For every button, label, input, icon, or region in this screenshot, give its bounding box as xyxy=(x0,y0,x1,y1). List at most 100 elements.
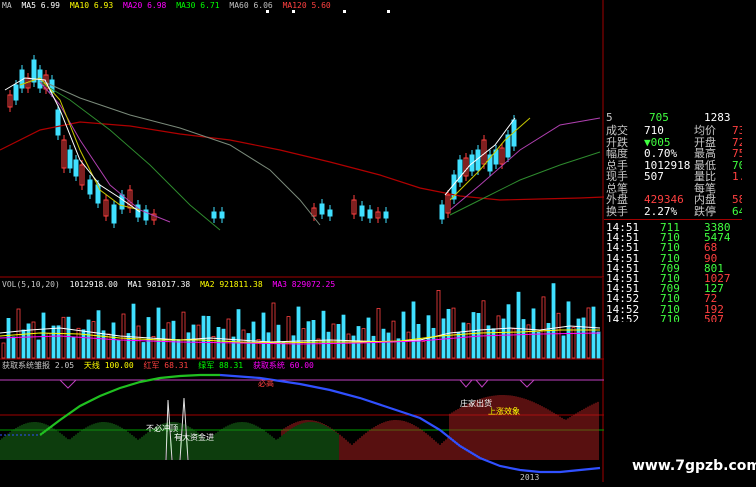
volume-bar xyxy=(76,327,81,359)
volume-chart[interactable] xyxy=(0,278,604,360)
volume-bar xyxy=(326,331,331,359)
volume-bar xyxy=(251,321,256,359)
volume-bar xyxy=(536,331,541,359)
volume-bar xyxy=(246,333,251,359)
price-chart[interactable] xyxy=(0,0,604,278)
volume-bar xyxy=(26,323,31,359)
volume-bar xyxy=(521,319,526,359)
volume-bar xyxy=(391,320,396,359)
volume-bar xyxy=(116,339,121,359)
legend-ma: MA xyxy=(2,1,12,10)
volume-bar xyxy=(191,324,196,359)
volume-bar xyxy=(56,325,61,359)
volume-bar xyxy=(186,332,191,359)
volume-bar xyxy=(486,325,491,359)
quote-top-right: 1283 xyxy=(704,111,731,124)
volume-bar xyxy=(291,335,296,359)
volume-bar xyxy=(106,333,111,359)
price-legend: MA MA5 6.99 MA10 6.93 MA20 6.98 MA30 6.7… xyxy=(2,1,336,11)
annotation-big-capital: 有大资金进 xyxy=(174,433,214,442)
volume-bar xyxy=(226,318,231,359)
quote-label: 跌停 xyxy=(694,204,716,218)
ind-legend-s4: 获取系统 60.00 xyxy=(252,361,314,370)
volume-bar xyxy=(411,301,416,359)
ind-legend-s2: 红军 68.31 xyxy=(143,361,189,370)
volume-bar xyxy=(516,291,521,359)
ind-legend-s1: 天线 100.00 xyxy=(83,361,134,370)
volume-bar xyxy=(51,325,56,359)
volume-bar xyxy=(321,310,326,359)
volume-bar xyxy=(336,324,341,359)
volume-bar xyxy=(271,302,276,359)
volume-bar xyxy=(581,317,586,359)
legend-ma60: MA60 6.06 xyxy=(229,1,273,10)
vol-legend-ma1: MA1 981017.38 xyxy=(127,280,191,289)
volume-bar xyxy=(131,303,136,359)
volume-bar xyxy=(471,312,476,359)
volume-bar xyxy=(346,333,351,359)
quote-label: 换手 xyxy=(606,204,628,218)
volume-bar xyxy=(501,318,506,359)
x-axis: 2013 xyxy=(0,473,604,487)
volume-bar xyxy=(306,321,311,359)
volume-bar xyxy=(66,316,71,359)
volume-bar xyxy=(561,335,566,359)
volume-bar xyxy=(281,341,286,359)
x-axis-year: 2013 xyxy=(520,473,540,482)
volume-bar xyxy=(341,314,346,359)
legend-ma120: MA120 5.60 xyxy=(282,1,331,10)
volume-bar xyxy=(231,336,236,359)
volume-bar xyxy=(366,317,371,359)
legend-ma30: MA30 6.71 xyxy=(176,1,220,10)
volume-bar xyxy=(286,316,291,359)
volume-bar xyxy=(421,341,426,359)
volume-bar xyxy=(126,333,131,359)
volume-bar xyxy=(311,320,316,359)
volume-bar xyxy=(141,342,146,359)
indicator-legend: 获取系统雏报 2.05 天线 100.00 红军 68.31 绿军 88.31 … xyxy=(2,361,319,371)
indicator-chart[interactable] xyxy=(0,360,604,482)
volume-bar xyxy=(371,335,376,359)
volume-bar xyxy=(436,289,441,359)
volume-bar xyxy=(381,328,386,359)
volume-bar xyxy=(201,315,206,359)
legend-ma10: MA10 6.93 xyxy=(69,1,114,10)
volume-bar xyxy=(41,312,46,359)
volume-bar xyxy=(71,336,76,359)
volume-bar xyxy=(31,321,36,359)
volume-bar xyxy=(506,304,511,359)
quote-top-left: 5 xyxy=(606,111,613,124)
volume-bar xyxy=(16,308,21,359)
volume-bar xyxy=(331,323,336,359)
volume-bar xyxy=(96,310,101,359)
volume-bar xyxy=(576,318,581,359)
legend-ma5: MA5 6.99 xyxy=(21,1,60,10)
volume-bar xyxy=(266,332,271,359)
volume-bar xyxy=(136,325,141,359)
volume-bar xyxy=(461,322,466,359)
volume-bar xyxy=(551,283,556,359)
volume-bar xyxy=(431,327,436,359)
quote-panel: 5 705 1283 成交710均价732升跌▼005开盘720幅度0.70%最… xyxy=(604,111,756,325)
volume-bar xyxy=(241,329,246,359)
volume-bar xyxy=(526,324,531,359)
quote-value: 507 xyxy=(644,170,664,183)
volume-bar xyxy=(101,330,106,359)
volume-bar xyxy=(46,333,51,359)
volume-bar xyxy=(511,328,516,359)
volume-bar xyxy=(156,307,161,359)
volume-bar xyxy=(86,319,91,359)
vol-legend-ma3: MA3 829072.25 xyxy=(272,280,336,289)
volume-bar xyxy=(91,321,96,359)
volume-bar xyxy=(591,306,596,359)
volume-bar xyxy=(36,339,41,359)
ind-legend-title: 获取系统雏报 2.05 xyxy=(2,361,75,370)
volume-bar xyxy=(196,324,201,359)
volume-bar xyxy=(161,328,166,359)
volume-bar xyxy=(181,311,186,359)
volume-legend: VOL(5,10,20) 1012918.00 MA1 981017.38 MA… xyxy=(2,280,340,290)
volume-bar xyxy=(1,342,6,359)
quote-scroll-edge xyxy=(742,120,756,300)
volume-bar xyxy=(571,327,576,359)
quote-value: 2.27% xyxy=(644,204,678,218)
